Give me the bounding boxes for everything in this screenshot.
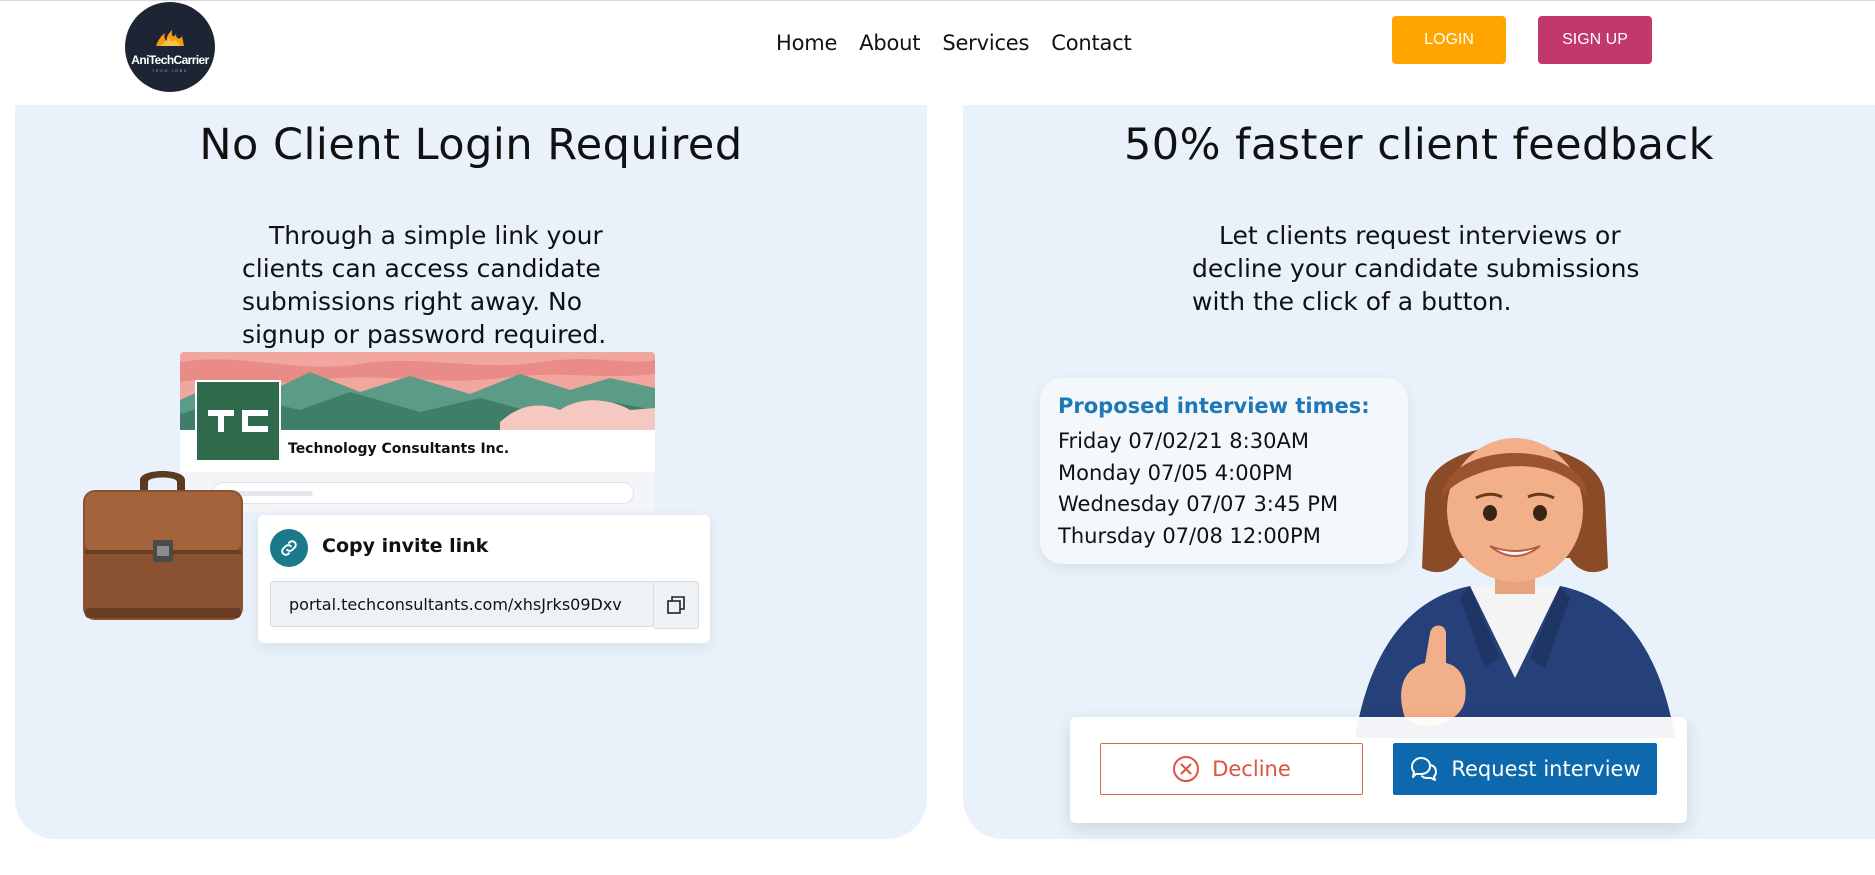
time-slot: Wednesday 07/07 3:45 PM [1058,492,1339,516]
feature-title: 50% faster client feedback [1123,120,1715,170]
decline-label: Decline [1212,757,1291,781]
briefcase-icon [83,471,243,620]
login-button[interactable]: LOGIN [1392,16,1506,64]
candidate-actions-bar: Decline Request interview [1070,717,1687,823]
time-slot: Thursday 07/08 12:00PM [1058,523,1321,548]
link-icon [270,529,308,567]
request-interview-label: Request interview [1451,757,1641,781]
invite-link-card: Copy invite link portal.techconsultants.… [258,515,710,643]
nav-home[interactable]: Home [776,29,837,57]
nav-services[interactable]: Services [942,29,1029,57]
company-logo [195,380,281,462]
feature-description: Through a simple link your clients can a… [242,221,607,349]
main-nav: Home About Services Contact [776,29,1132,57]
times-title: Proposed interview times: [1058,394,1370,418]
feature-description: Let clients request interviews or declin… [1192,221,1640,316]
brand-tagline: TECH JOBS [152,68,188,73]
portal-search-bar [212,482,634,504]
site-header: AniTechCarrier TECH JOBS Home About Serv… [0,1,1875,105]
time-slot: Monday 07/05 4:00PM [1058,460,1293,485]
flame-icon [156,30,184,46]
close-circle-icon [1173,756,1200,782]
brand-name: AniTechCarrier [131,53,209,67]
request-interview-button[interactable]: Request interview [1393,743,1657,795]
times-list: Friday 07/02/21 8:30AM Monday 07/05 4:00… [1058,426,1338,552]
chat-bubbles-icon [1411,757,1438,781]
invite-title: Copy invite link [322,535,489,557]
copy-icon [667,596,685,614]
recruiter-avatar [1355,438,1675,738]
copy-button[interactable] [654,581,699,629]
nav-about[interactable]: About [859,29,920,57]
nav-contact[interactable]: Contact [1051,29,1132,57]
time-slot: Friday 07/02/21 8:30AM [1058,429,1309,453]
signup-button[interactable]: SIGN UP [1538,16,1652,64]
decline-button[interactable]: Decline [1100,743,1363,795]
invite-url-field[interactable]: portal.techconsultants.com/xhsJrks09Dxv [270,581,654,627]
company-name: Technology Consultants Inc. [288,441,510,457]
brand-logo[interactable]: AniTechCarrier TECH JOBS [125,2,215,92]
tc-logo-icon [208,410,268,432]
feature-title: No Client Login Required [199,120,743,170]
